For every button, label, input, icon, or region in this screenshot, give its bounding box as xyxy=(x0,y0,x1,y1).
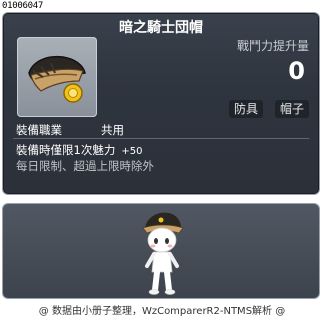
knight-hat-icon xyxy=(28,55,86,103)
character-preview xyxy=(142,212,184,295)
power-increase-label: 戰鬥力提升量 xyxy=(236,39,309,53)
item-tooltip: 暗之騎士団帽 戰鬥力提升量 0 防具 帽子 裝備職業 共用 裝備時僅限1次魅力 +… xyxy=(2,12,320,195)
charm-bonus: +50 xyxy=(121,146,143,157)
character-preview-panel xyxy=(2,203,320,299)
description-text: 裝備時僅限1次魅力 xyxy=(16,143,116,157)
divider xyxy=(13,138,309,139)
equip-job-label: 裝備職業 xyxy=(16,123,62,137)
description-line-1: 裝備時僅限1次魅力 +50 xyxy=(16,142,142,158)
tag-hat: 帽子 xyxy=(275,100,310,118)
item-icon-frame xyxy=(17,37,97,117)
item-id: 01006047 xyxy=(2,1,43,11)
equip-job-value: 共用 xyxy=(101,123,124,137)
description-line-2: 每日限制、超過上限時除外 xyxy=(16,159,154,173)
tag-armor: 防具 xyxy=(229,100,264,118)
item-title: 暗之騎士団帽 xyxy=(119,20,203,36)
power-increase-value: 0 xyxy=(288,57,305,85)
footer-credit: @ 数据由小册子整理，WzComparerR2-NTMS解析 @ xyxy=(38,306,286,317)
